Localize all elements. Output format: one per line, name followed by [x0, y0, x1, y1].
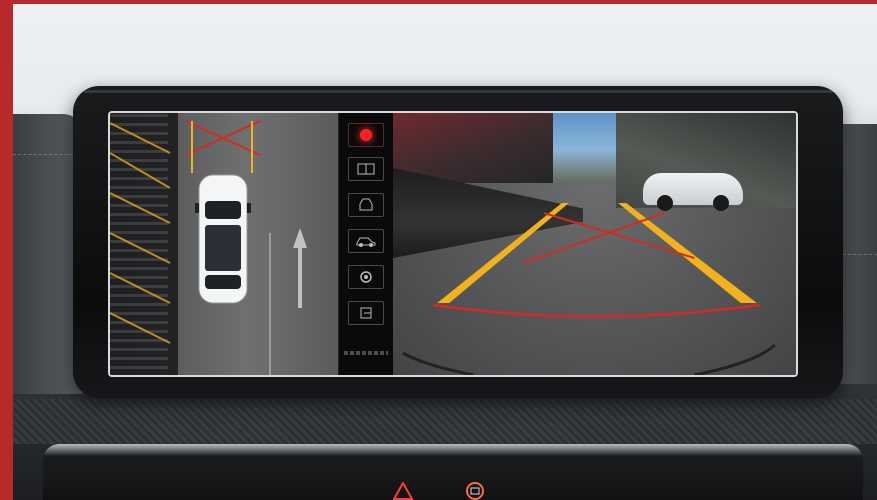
bezel-highlight: [83, 90, 833, 93]
side-view-button[interactable]: [348, 229, 384, 253]
record-icon: [360, 129, 372, 141]
car-interior-scene: [13, 4, 877, 500]
camera-button-icon[interactable]: [465, 482, 485, 500]
car-top-view-icon: [195, 174, 251, 304]
parking-guide-lines: [402, 203, 776, 375]
record-button[interactable]: [348, 123, 384, 147]
center-console: [43, 444, 863, 500]
camera-view-button[interactable]: [348, 157, 384, 181]
page-indicator: [344, 351, 388, 355]
settings-icon: [360, 271, 372, 283]
infotainment-screen: [108, 111, 798, 377]
camera-control-panel: [338, 113, 394, 375]
exit-icon: [360, 307, 372, 319]
birds-eye-view[interactable]: [110, 113, 338, 375]
camera-view-icon: [357, 163, 375, 175]
dashboard-trim: [13, 399, 877, 444]
rear-camera-view[interactable]: [393, 113, 796, 375]
car-front-icon: [359, 198, 373, 211]
exit-button[interactable]: [348, 301, 384, 325]
car-side-icon: [356, 237, 376, 247]
settings-button[interactable]: [348, 265, 384, 289]
hazard-warning-icon[interactable]: [393, 482, 413, 500]
front-view-button[interactable]: [348, 193, 384, 217]
road-arrow-icon: [293, 228, 307, 308]
